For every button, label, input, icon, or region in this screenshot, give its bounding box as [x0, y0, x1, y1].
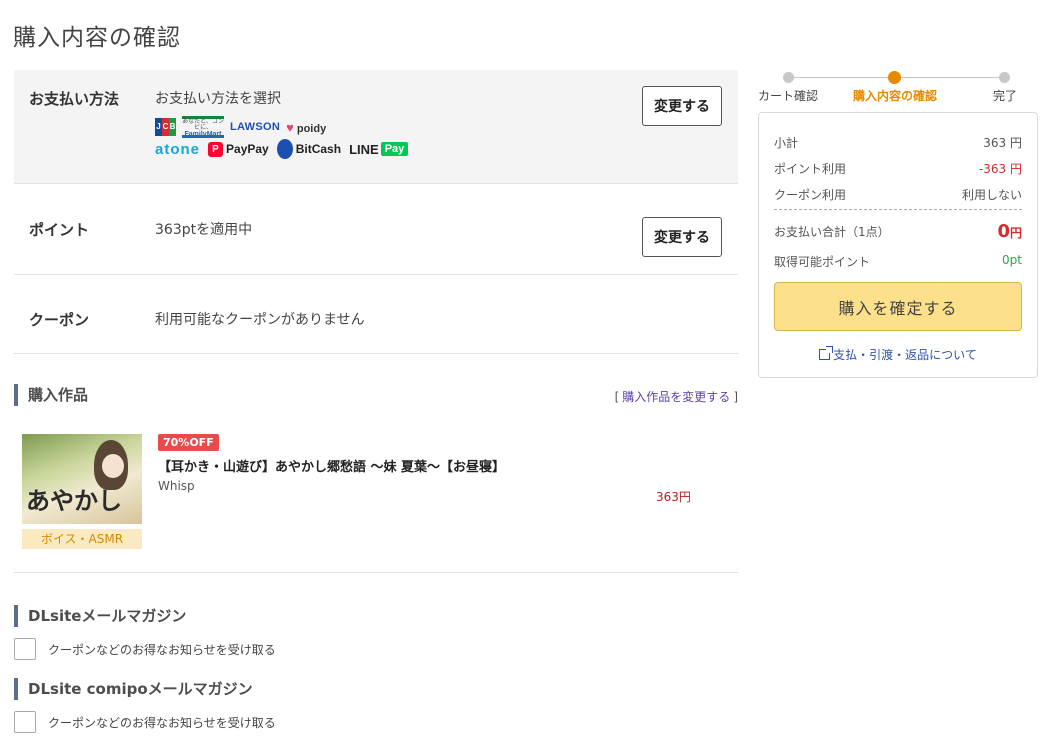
change-payment-button[interactable]: 変更する: [642, 86, 722, 126]
dlsite-newsletter-checkbox-label[interactable]: クーポンなどのお得なお知らせを受け取る: [48, 641, 276, 658]
dlsite-newsletter-header: DLsiteメールマガジン: [14, 605, 186, 627]
product-title[interactable]: 【耳かき・山遊び】あやかし郷愁語 ～妹 夏葉～【お昼寝】: [158, 456, 505, 475]
external-link-icon: [819, 346, 834, 360]
coupon-row: クーポン 利用可能なクーポンがありません: [14, 275, 738, 354]
change-items-link-wrapper: [購入作品を変更する]: [614, 390, 738, 404]
coupon-value: 利用可能なクーポンがありません: [155, 312, 365, 328]
payment-row: お支払い方法 お支払い方法を選択 JCB あなたと、コンビに、 FamilyMa…: [14, 70, 738, 184]
step-dot-confirm: [888, 71, 901, 84]
product-divider: [14, 572, 738, 573]
category-tag: ボイス・ASMR: [22, 529, 142, 549]
change-point-button[interactable]: 変更する: [642, 217, 722, 257]
checkout-stepper: カート確認 購入内容の確認 完了: [758, 70, 1038, 110]
lawson-logo-icon: LAWSON: [230, 121, 281, 133]
purchase-items-header: 購入作品: [14, 384, 88, 406]
subtotal-row: 小計 363 円: [774, 134, 1022, 151]
order-details: お支払い方法 お支払い方法を選択 JCB あなたと、コンビに、 FamilyMa…: [14, 70, 738, 354]
point-value: 363ptを適用中: [155, 222, 253, 238]
subtotal-value: 363 円: [983, 136, 1022, 150]
purchase-item: あやかし ボイス・ASMR 70%OFF 【耳かき・山遊び】あやかし郷愁語 ～妹…: [22, 434, 738, 573]
point-row: ポイント 363ptを適用中 変更する: [14, 184, 738, 275]
payment-value: お支払い方法を選択: [155, 91, 281, 107]
payment-label: お支払い方法: [29, 90, 120, 108]
comipo-newsletter-header: DLsite comipoメールマガジン: [14, 678, 253, 700]
product-thumbnail[interactable]: あやかし: [22, 434, 142, 524]
dlsite-newsletter-option: クーポンなどのお得なお知らせを受け取る: [14, 638, 276, 660]
total-value: 0円: [997, 221, 1022, 242]
bitcash-logo-icon: BitCash: [276, 139, 341, 159]
point-label: ポイント: [29, 221, 90, 239]
comipo-newsletter-checkbox-label[interactable]: クーポンなどのお得なお知らせを受け取る: [48, 714, 276, 731]
payment-logos-row-2: atone P PayPay BitCash LINE Pay: [155, 139, 409, 159]
linepay-logo-icon: LINE Pay: [349, 142, 409, 157]
earn-point-row: 取得可能ポイント 0pt: [774, 253, 1022, 270]
step-label-cart: カート確認: [758, 89, 819, 103]
stepper-line-1: [788, 77, 894, 78]
paypay-logo-icon: P PayPay: [208, 141, 269, 157]
stepper-line-2: [898, 77, 1004, 78]
order-summary: 小計 363 円 ポイント利用 -363 円 クーポン利用 利用しない お支払い…: [758, 112, 1038, 378]
product-price: 363円: [656, 490, 691, 504]
discount-badge: 70%OFF: [158, 434, 219, 451]
coupon-use-label: クーポン利用: [774, 188, 847, 202]
earn-point-value: 0pt: [1002, 253, 1022, 267]
poidy-logo-icon: ♥ poidy: [286, 119, 327, 135]
policy-link-wrapper: 支払・引渡・返品について: [759, 346, 1037, 363]
comipo-newsletter-checkbox[interactable]: [14, 711, 36, 733]
step-label-confirm: 購入内容の確認: [853, 89, 938, 103]
familymart-logo-icon: あなたと、コンビに、 FamilyMart: [182, 116, 224, 138]
coupon-use-row: クーポン利用 利用しない: [774, 186, 1022, 203]
payment-logos-row-1: JCB あなたと、コンビに、 FamilyMart LAWSON ♥ poidy: [155, 116, 326, 138]
product-maker[interactable]: Whisp: [158, 479, 195, 493]
step-dot-cart: [783, 72, 794, 83]
point-use-row: ポイント利用 -363 円: [774, 160, 1022, 177]
jcb-logo-icon: JCB: [155, 118, 176, 136]
subtotal-label: 小計: [774, 136, 799, 150]
step-label-complete: 完了: [993, 89, 1018, 103]
dlsite-newsletter-checkbox[interactable]: [14, 638, 36, 660]
summary-divider: [774, 209, 1022, 210]
total-row: お支払い合計（1点） 0円: [774, 221, 1022, 242]
confirm-purchase-button[interactable]: 購入を確定する: [774, 282, 1022, 331]
comipo-newsletter-option: クーポンなどのお得なお知らせを受け取る: [14, 711, 276, 733]
change-items-link[interactable]: 購入作品を変更する: [622, 390, 730, 404]
coupon-label: クーポン: [29, 311, 90, 329]
point-use-value: -363 円: [978, 162, 1022, 176]
coupon-use-value: 利用しない: [961, 188, 1022, 202]
point-use-label: ポイント利用: [774, 162, 847, 176]
page-title: 購入内容の確認: [13, 25, 181, 51]
atone-logo-icon: atone: [155, 140, 201, 158]
step-dot-complete: [999, 72, 1010, 83]
policy-link[interactable]: 支払・引渡・返品について: [833, 348, 977, 362]
earn-point-label: 取得可能ポイント: [774, 255, 871, 269]
total-label: お支払い合計（1点）: [774, 225, 890, 239]
